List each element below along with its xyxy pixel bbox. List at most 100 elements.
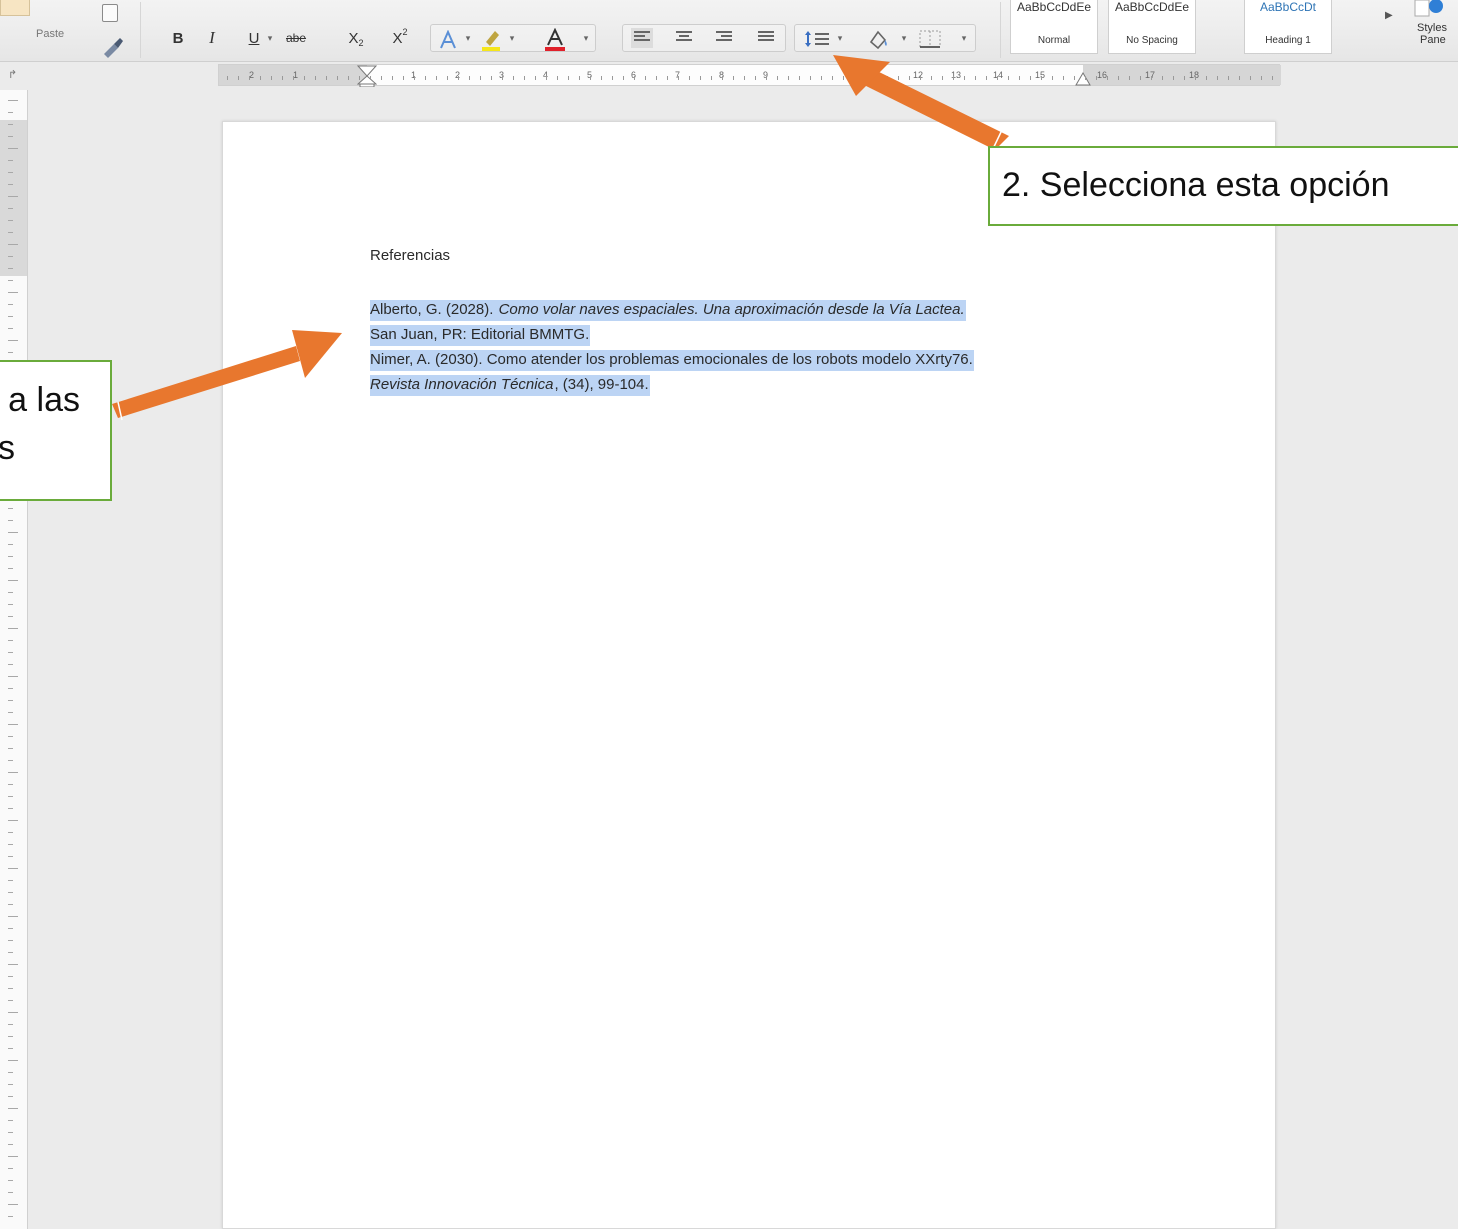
reference-2-journal: Revista Innovación Técnica xyxy=(370,375,555,396)
ruler-tick xyxy=(8,628,18,629)
ruler-tick xyxy=(8,268,13,269)
ruler-tick xyxy=(8,1168,13,1169)
ruler-tick xyxy=(964,76,965,80)
reference-1-title: Como volar naves espaciales. Una aproxim… xyxy=(498,300,966,321)
ruler-tick xyxy=(546,76,547,80)
ruler-tick xyxy=(414,76,415,80)
ruler-tick xyxy=(1217,76,1218,80)
first-line-indent-marker[interactable] xyxy=(357,65,377,87)
paste-icon[interactable] xyxy=(0,0,30,16)
vertical-ruler[interactable] xyxy=(0,90,28,1229)
underline-dropdown-icon[interactable]: ▾ xyxy=(264,26,276,50)
step-1-callout: a las s xyxy=(0,360,112,501)
ruler-tick xyxy=(986,76,987,80)
ruler-tick xyxy=(8,136,13,137)
ruler-tick xyxy=(8,124,13,125)
ruler-tick xyxy=(8,172,13,173)
superscript-button[interactable]: X2 xyxy=(390,26,410,50)
justify-icon[interactable] xyxy=(758,31,774,45)
ruler-tick xyxy=(887,76,888,80)
ruler-tick xyxy=(8,868,18,869)
style-normal[interactable]: AaBbCcDdEe Normal xyxy=(1010,0,1098,54)
reference-2-line-2[interactable]: Revista Innovación Técnica, (34), 99-104… xyxy=(370,375,650,396)
ruler-tick xyxy=(942,76,943,80)
align-left-icon[interactable] xyxy=(631,28,653,48)
ruler-tick xyxy=(8,724,18,725)
highlight-dropdown-icon[interactable]: ▾ xyxy=(506,26,518,50)
text-effects-dropdown-icon[interactable]: ▾ xyxy=(462,26,474,50)
references-heading[interactable]: Referencias xyxy=(370,247,450,264)
ruler-tick xyxy=(8,784,13,785)
ruler-tick xyxy=(458,76,459,80)
ruler-tick xyxy=(8,880,13,881)
ruler-tick xyxy=(590,76,591,80)
styles-pane-button[interactable]: Styles Pane xyxy=(1417,22,1447,46)
horizontal-ruler[interactable]: 2 1 1 2 3 4 5 6 7 8 9 12 13 14 15 16 17 … xyxy=(218,64,1281,87)
ruler-tick xyxy=(1118,76,1119,80)
bold-button[interactable]: B xyxy=(168,26,188,50)
format-painter-icon[interactable] xyxy=(100,36,124,58)
font-color-dropdown-icon[interactable]: ▾ xyxy=(580,26,592,50)
ruler-right-margin xyxy=(1083,65,1281,85)
ruler-tick xyxy=(8,820,18,821)
ruler-tick xyxy=(689,76,690,80)
ruler-tick xyxy=(1184,76,1185,80)
ribbon-toolbar: Paste B I U ▾ abe X2 X2 ▾ ▾ ▾ ▾ ▾ ▾ AaBb… xyxy=(0,0,1458,62)
style-sample: AaBbCcDdEe xyxy=(1114,0,1190,14)
ruler-tick xyxy=(1228,76,1229,80)
ruler-tick xyxy=(8,1096,13,1097)
align-right-icon[interactable] xyxy=(716,31,732,45)
ruler-tick xyxy=(8,1156,18,1157)
shading-icon[interactable] xyxy=(866,28,890,50)
ruler-tick xyxy=(799,76,800,80)
style-no-spacing[interactable]: AaBbCcDdEe No Spacing xyxy=(1108,0,1196,54)
font-color-icon[interactable] xyxy=(544,28,566,52)
right-indent-marker[interactable] xyxy=(1075,72,1091,86)
ruler-tick xyxy=(8,676,18,677)
ruler-tick xyxy=(8,952,13,953)
line-spacing-icon[interactable] xyxy=(804,30,830,48)
line-spacing-dropdown-icon[interactable]: ▾ xyxy=(834,26,846,50)
step-2-callout-text: 2. Selecciona esta opción xyxy=(1002,166,1390,204)
reference-1-line-1[interactable]: Alberto, G. (2028). Como volar naves esp… xyxy=(370,300,966,321)
paste-button[interactable]: Paste xyxy=(36,28,64,40)
step-1-callout-line-2: s xyxy=(0,424,110,472)
ribbon-divider xyxy=(140,2,141,58)
ruler-tick xyxy=(8,544,13,545)
ruler-tick xyxy=(238,76,239,80)
shading-dropdown-icon[interactable]: ▾ xyxy=(898,26,910,50)
ruler-tick xyxy=(8,772,18,773)
ruler-tick xyxy=(8,256,13,257)
reference-1-line-2[interactable]: San Juan, PR: Editorial BMMTG. xyxy=(370,325,591,346)
ruler-tick xyxy=(502,76,503,80)
gallery-next-icon[interactable]: ▶ xyxy=(1385,10,1393,21)
borders-dropdown-icon[interactable]: ▾ xyxy=(958,26,970,50)
reference-2-line-1[interactable]: Nimer, A. (2030). Como atender los probl… xyxy=(370,350,974,371)
highlight-icon[interactable] xyxy=(480,28,502,52)
underline-button[interactable]: U xyxy=(244,26,264,50)
document-page[interactable]: Referencias Alberto, G. (2028). Como vol… xyxy=(222,121,1276,1229)
ruler-tick xyxy=(370,76,371,80)
ruler-tick xyxy=(8,976,13,977)
ruler-tick xyxy=(920,76,921,80)
ruler-tick xyxy=(1261,76,1262,80)
align-center-icon[interactable] xyxy=(676,31,692,45)
ruler-tick xyxy=(8,100,18,101)
ruler-tick xyxy=(722,76,723,80)
ruler-tick xyxy=(8,856,13,857)
borders-icon[interactable] xyxy=(918,29,942,49)
ruler-tick xyxy=(568,76,569,80)
subscript-button[interactable]: X2 xyxy=(346,26,366,50)
ruler-tick xyxy=(8,760,13,761)
styles-pane-label-line2: Pane xyxy=(1420,34,1446,46)
style-heading-1[interactable]: AaBbCcDt Heading 1 xyxy=(1244,0,1332,54)
ruler-tick xyxy=(8,1132,13,1133)
copy-icon[interactable] xyxy=(102,4,118,22)
ruler-tick xyxy=(8,1180,13,1181)
ruler-tick xyxy=(8,232,13,233)
strikethrough-button[interactable]: abe xyxy=(286,26,306,50)
text-effects-icon[interactable] xyxy=(438,30,460,50)
styles-pane-icon[interactable] xyxy=(1414,0,1444,18)
ruler-tick xyxy=(854,76,855,80)
italic-button[interactable]: I xyxy=(202,26,222,50)
